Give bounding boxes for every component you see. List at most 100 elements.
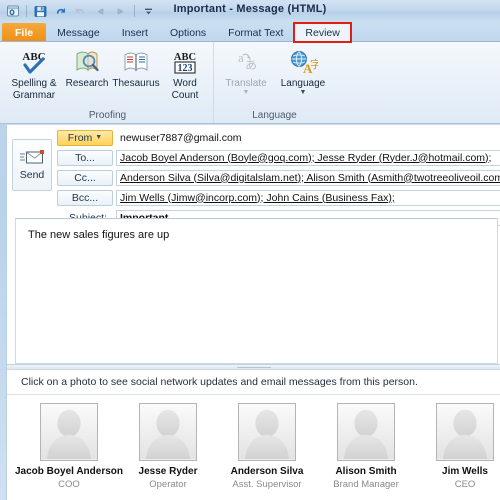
cc-button-label: Cc... [74, 171, 96, 184]
spelling-grammar-label-2: Grammar [12, 90, 56, 101]
contact-card[interactable]: Jim Wells CEO [429, 403, 500, 490]
avatar[interactable] [238, 403, 296, 461]
avatar[interactable] [40, 403, 98, 461]
person-placeholder-icon [140, 404, 196, 459]
contact-name: Anderson Silva [230, 466, 304, 477]
thesaurus-label: Thesaurus [112, 78, 160, 89]
outlook-icon[interactable] [4, 3, 21, 20]
translate-icon: a あ [231, 47, 261, 77]
word-count-icon: ABC 123 [170, 47, 200, 77]
tab-file[interactable]: File [2, 23, 47, 42]
field-row-bcc: Bcc... Jim Wells (Jimw@incorp.com); John… [57, 189, 500, 206]
people-pane-splitter[interactable] [7, 365, 500, 370]
translate-button[interactable]: a あ Translate ▼ [218, 45, 274, 96]
language-chevron-down-icon[interactable]: ▼ [300, 89, 307, 96]
to-recipients: Jacob Boyel Anderson (Boyle@goq.com); Je… [120, 151, 492, 164]
tab-message[interactable]: Message [46, 23, 111, 42]
cc-button[interactable]: Cc... [57, 169, 113, 186]
people-pane-contacts: Jacob Boyel Anderson COO Jesse Ryder Ope… [7, 395, 500, 490]
from-button[interactable]: From ▼ [57, 129, 113, 146]
tab-review[interactable]: Review [293, 22, 352, 43]
contact-card[interactable]: Jesse Ryder Operator [132, 403, 204, 490]
field-row-from: From ▼ newuser7887@gmail.com [57, 129, 500, 146]
contact-card[interactable]: Alison Smith Brand Manager [330, 403, 402, 490]
thesaurus-icon [122, 47, 150, 77]
previous-item-icon[interactable] [92, 3, 109, 20]
people-pane-hint: Click on a photo to see social network u… [7, 370, 500, 395]
field-row-cc: Cc... Anderson Silva (Silva@digitalslam.… [57, 169, 500, 186]
translate-chevron-down-icon[interactable]: ▼ [243, 89, 250, 96]
from-chevron-down-icon[interactable]: ▼ [95, 134, 102, 141]
message-body[interactable]: The new sales figures are up [15, 218, 498, 364]
avatar[interactable] [436, 403, 494, 461]
cc-recipients: Anderson Silva (Silva@digitalslam.net); … [120, 171, 500, 184]
language-button[interactable]: A 字 Language ▼ [275, 45, 331, 96]
research-icon [73, 47, 101, 77]
word-count-button[interactable]: ABC 123 Word Count [161, 45, 209, 101]
message-header: Send From ▼ newuser7887@gmail.com To... … [7, 125, 500, 233]
word-count-label-1: Word [173, 78, 197, 89]
language-label: Language [280, 78, 326, 89]
recipient-fields: From ▼ newuser7887@gmail.com To... Jacob… [57, 129, 500, 229]
to-input[interactable]: Jacob Boyel Anderson (Boyle@goq.com); Je… [116, 149, 500, 166]
qat-divider [26, 5, 27, 17]
tab-options[interactable]: Options [159, 23, 217, 42]
message-pane: Send From ▼ newuser7887@gmail.com To... … [6, 124, 500, 500]
avatar[interactable] [337, 403, 395, 461]
contact-card[interactable]: Jacob Boyel Anderson COO [15, 403, 123, 490]
title-bar: Important - Message (HTML) [0, 0, 500, 22]
ribbon-tabs: File Message Insert Options Format Text … [0, 22, 500, 43]
thesaurus-button[interactable]: Thesaurus [112, 45, 160, 89]
person-placeholder-icon [41, 404, 97, 459]
save-icon[interactable] [32, 3, 49, 20]
cc-input[interactable]: Anderson Silva (Silva@digitalslam.net); … [116, 169, 500, 186]
spelling-grammar-icon: ABC [19, 47, 49, 77]
send-cell: Send [7, 129, 57, 191]
qat-divider-2 [134, 5, 135, 17]
avatar[interactable] [139, 403, 197, 461]
contact-card[interactable]: Anderson Silva Asst. Supervisor [231, 403, 303, 490]
ribbon-group-label-proofing: Proofing [88, 110, 127, 121]
contact-title: CEO [454, 479, 476, 490]
svg-text:ABC: ABC [174, 52, 196, 63]
contact-name: Jim Wells [442, 466, 488, 477]
outlook-message-window: Important - Message (HTML) File Message … [0, 0, 500, 500]
customize-qat-icon[interactable] [140, 3, 157, 20]
send-button[interactable]: Send [12, 139, 52, 191]
from-button-label: From [67, 131, 93, 144]
bcc-button[interactable]: Bcc... [57, 189, 113, 206]
to-button[interactable]: To... [57, 149, 113, 166]
contact-title: Asst. Supervisor [232, 479, 302, 490]
language-icon: A 字 [288, 47, 318, 77]
contact-name: Alison Smith [335, 466, 397, 477]
svg-text:字: 字 [310, 57, 318, 71]
next-item-icon[interactable] [112, 3, 129, 20]
person-placeholder-icon [239, 404, 295, 459]
from-value[interactable]: newuser7887@gmail.com [116, 130, 500, 146]
svg-text:a: a [238, 50, 244, 65]
tab-format-text[interactable]: Format Text [217, 23, 294, 42]
field-row-to: To... Jacob Boyel Anderson (Boyle@goq.co… [57, 149, 500, 166]
redo-icon[interactable] [72, 3, 89, 20]
spelling-grammar-button[interactable]: ABC Spelling & Grammar [6, 45, 62, 101]
ribbon-group-proofing: ABC Spelling & Grammar Research Thesauru… [2, 42, 213, 123]
bcc-input[interactable]: Jim Wells (Jimw@incorp.com); John Cains … [116, 189, 500, 206]
tab-insert[interactable]: Insert [111, 23, 159, 42]
quick-access-toolbar [4, 3, 157, 20]
bcc-recipients: Jim Wells (Jimw@incorp.com); John Cains … [120, 191, 395, 204]
contact-title: COO [58, 479, 80, 490]
research-label: Research [65, 78, 109, 89]
people-pane: Click on a photo to see social network u… [7, 364, 500, 500]
contact-title: Brand Manager [333, 479, 399, 490]
spelling-grammar-label-1: Spelling & [11, 78, 57, 89]
person-placeholder-icon [338, 404, 394, 459]
contact-name: Jacob Boyel Anderson [15, 466, 123, 477]
research-button[interactable]: Research [63, 45, 111, 89]
message-body-text: The new sales figures are up [28, 229, 170, 241]
ribbon-group-language: a あ Translate ▼ A 字 Language ▼ Language [213, 42, 335, 123]
svg-text:123: 123 [178, 63, 193, 74]
undo-icon[interactable] [52, 3, 69, 20]
contact-title: Operator [149, 479, 187, 490]
to-button-label: To... [75, 151, 95, 164]
word-count-label-2: Count [171, 90, 199, 101]
